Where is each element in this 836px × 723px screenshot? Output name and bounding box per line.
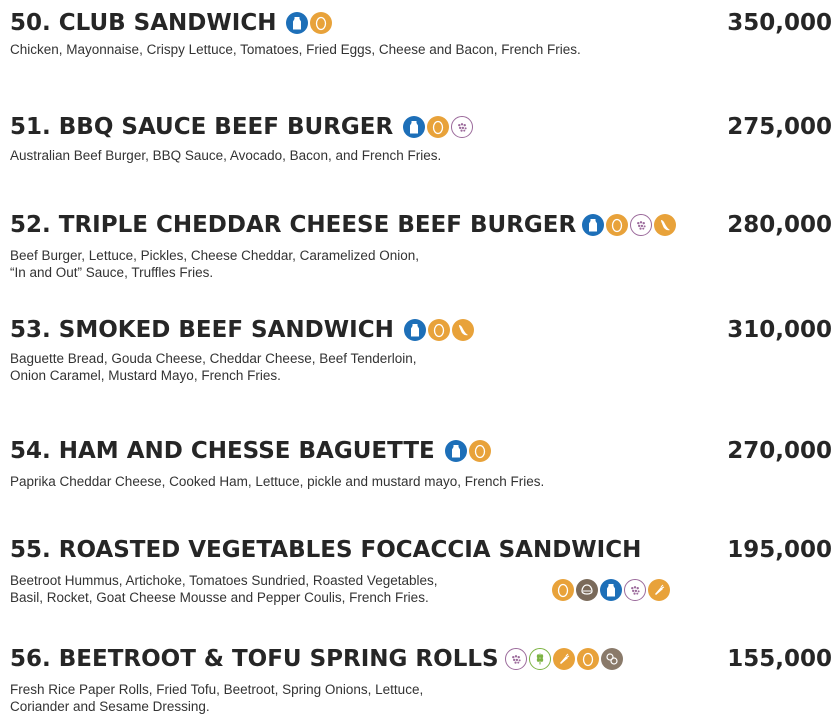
gluten-icon	[528, 648, 551, 670]
menu-item-description: Paprika Cheddar Cheese, Cooked Ham, Lett…	[10, 473, 544, 490]
allergen-icons	[582, 214, 677, 236]
allergen-icons	[403, 319, 474, 341]
shellfish-icon	[624, 579, 646, 601]
description-line: Paprika Cheddar Cheese, Cooked Ham, Lett…	[10, 474, 545, 489]
menu-item-title: 56. BEETROOT & TOFU SPRING ROLLS	[10, 645, 623, 673]
egg-icon	[468, 440, 491, 462]
milk-icon	[403, 116, 426, 138]
menu-item-price: 195,000	[727, 537, 832, 563]
menu-item-name: 54. HAM AND CHESSE BAGUETTE	[10, 438, 435, 464]
description-line: “In and Out” Sauce, Truffles Fries.	[10, 265, 214, 280]
menu-item-name: 53. SMOKED BEEF SANDWICH	[10, 317, 394, 343]
menu-item-title: 50. CLUB SANDWICH	[10, 9, 333, 37]
menu-item-name: 50. CLUB SANDWICH	[10, 10, 277, 36]
menu-item-name: 52. TRIPLE CHEDDAR CHEESE BEEF BURGER	[10, 212, 577, 238]
menu-item-name: 55. ROASTED VEGETABLES FOCACCIA SANDWICH	[10, 537, 642, 563]
menu-item-description: Beef Burger, Lettuce, Pickles, Cheese Ch…	[10, 247, 419, 281]
description-line: Baguette Bread, Gouda Cheese, Cheddar Ch…	[10, 351, 417, 366]
egg-icon	[606, 214, 629, 236]
menu-item-price: 275,000	[727, 114, 832, 140]
milk-icon	[582, 214, 605, 236]
menu-item-name: 51. BBQ SAUCE BEEF BURGER	[10, 114, 394, 140]
menu-item-description: Fresh Rice Paper Rolls, Fried Tofu, Beet…	[10, 681, 423, 715]
carrot-icon	[648, 579, 670, 601]
menu-item-title: 54. HAM AND CHESSE BAGUETTE	[10, 437, 491, 465]
menu-item-title: 53. SMOKED BEEF SANDWICH	[10, 316, 474, 344]
menu-item-price: 310,000	[727, 317, 832, 343]
menu-item-price: 155,000	[727, 646, 832, 672]
egg-icon	[427, 116, 450, 138]
peanut-icon	[600, 648, 623, 670]
chili-icon	[654, 214, 677, 236]
allergen-icons	[504, 648, 623, 670]
description-line: Onion Caramel, Mustard Mayo, French Frie…	[10, 368, 281, 383]
milk-icon	[600, 579, 622, 601]
menu-item-title: 55. ROASTED VEGETABLES FOCACCIA SANDWICH	[10, 536, 641, 564]
shellfish-icon	[630, 214, 653, 236]
carrot-icon	[552, 648, 575, 670]
allergen-icons	[552, 579, 670, 601]
menu-item-title: 52. TRIPLE CHEDDAR CHEESE BEEF BURGER	[10, 211, 677, 239]
description-line: Coriander and Sesame Dressing.	[10, 699, 210, 714]
menu-item-description: Baguette Bread, Gouda Cheese, Cheddar Ch…	[10, 350, 417, 384]
menu-item-title: 51. BBQ SAUCE BEEF BURGER	[10, 113, 474, 141]
egg-icon	[576, 648, 599, 670]
description-line: Beetroot Hummus, Artichoke, Tomatoes Sun…	[10, 573, 438, 588]
menu-item-description: Chicken, Mayonnaise, Crispy Lettuce, Tom…	[10, 41, 581, 58]
menu-item-name: 56. BEETROOT & TOFU SPRING ROLLS	[10, 646, 499, 672]
menu-item-description: Beetroot Hummus, Artichoke, Tomatoes Sun…	[10, 572, 438, 606]
menu-item-price: 280,000	[727, 212, 832, 238]
menu-item-price: 270,000	[727, 438, 832, 464]
milk-icon	[403, 319, 426, 341]
description-line: Basil, Rocket, Goat Cheese Mousse and Pe…	[10, 590, 429, 605]
menu-item-price: 350,000	[727, 10, 832, 36]
description-line: Beef Burger, Lettuce, Pickles, Cheese Ch…	[10, 248, 419, 263]
egg-icon	[552, 579, 574, 601]
milk-icon	[444, 440, 467, 462]
shellfish-icon	[451, 116, 474, 138]
chili-icon	[451, 319, 474, 341]
description-line: Chicken, Mayonnaise, Crispy Lettuce, Tom…	[10, 42, 581, 57]
shellfish-icon	[504, 648, 527, 670]
description-line: Fresh Rice Paper Rolls, Fried Tofu, Beet…	[10, 682, 424, 697]
allergen-icons	[444, 440, 491, 462]
allergen-icons	[403, 116, 474, 138]
description-line: Australian Beef Burger, BBQ Sauce, Avoca…	[10, 148, 442, 163]
milk-icon	[286, 12, 309, 34]
egg-icon	[310, 12, 333, 34]
allergen-icons	[286, 12, 333, 34]
menu-item-description: Australian Beef Burger, BBQ Sauce, Avoca…	[10, 147, 441, 164]
nut-icon	[576, 579, 598, 601]
egg-icon	[427, 319, 450, 341]
